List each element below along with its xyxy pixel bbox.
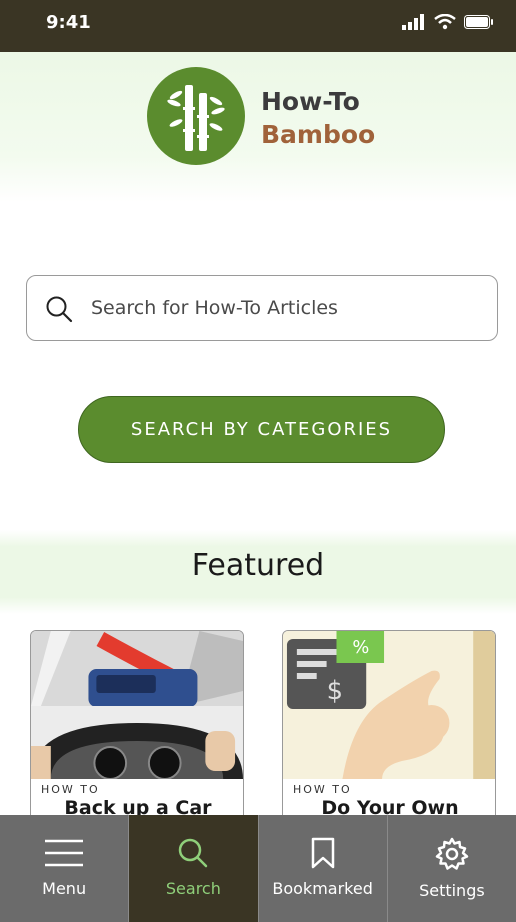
nav-item-menu[interactable]: Menu	[0, 815, 128, 922]
search-icon	[46, 296, 73, 323]
gear-icon	[435, 837, 469, 870]
taxes-hand-image: $ %	[283, 631, 495, 779]
car-driving-image	[31, 631, 243, 779]
app-header: How-To Bamboo	[0, 52, 516, 202]
wifi-icon	[434, 14, 456, 30]
status-time: 9:41	[46, 12, 91, 33]
brand-line-1: How-To	[261, 87, 360, 116]
search-by-categories-button[interactable]: SEARCH BY CATEGORIES	[78, 396, 445, 463]
bookmark-icon	[311, 837, 334, 869]
svg-text:%: %	[352, 637, 369, 658]
bottom-nav: Menu Search Bookmarked Settings	[0, 815, 516, 922]
featured-card-2[interactable]: $ % HOW TO Do Your Own Taxes	[282, 630, 496, 830]
card-kicker: HOW TO	[41, 783, 100, 796]
search-box[interactable]	[26, 275, 498, 341]
nav-item-settings[interactable]: Settings	[388, 815, 516, 922]
nav-item-bookmarked[interactable]: Bookmarked	[259, 815, 387, 922]
bamboo-logo-icon[interactable]	[147, 67, 245, 165]
brand-line-2: Bamboo	[261, 120, 376, 149]
nav-item-search[interactable]: Search	[129, 815, 258, 922]
battery-icon	[464, 15, 493, 29]
status-bar: 9:41	[0, 0, 516, 52]
card-kicker: HOW TO	[293, 783, 352, 796]
nav-label-search: Search	[165, 879, 221, 898]
search-icon	[179, 838, 208, 868]
search-input[interactable]	[91, 290, 481, 326]
brand-name: How-To Bamboo	[261, 85, 375, 151]
nav-label-bookmarked: Bookmarked	[272, 879, 373, 898]
featured-title: Featured	[191, 548, 325, 583]
signal-icon	[402, 14, 424, 30]
status-icons	[402, 14, 494, 30]
menu-icon	[45, 839, 84, 867]
svg-text:$: $	[327, 676, 343, 706]
nav-label-settings: Settings	[419, 881, 485, 900]
nav-label-menu: Menu	[42, 879, 87, 898]
featured-card-1[interactable]: HOW TO Back up a Car	[30, 630, 244, 830]
